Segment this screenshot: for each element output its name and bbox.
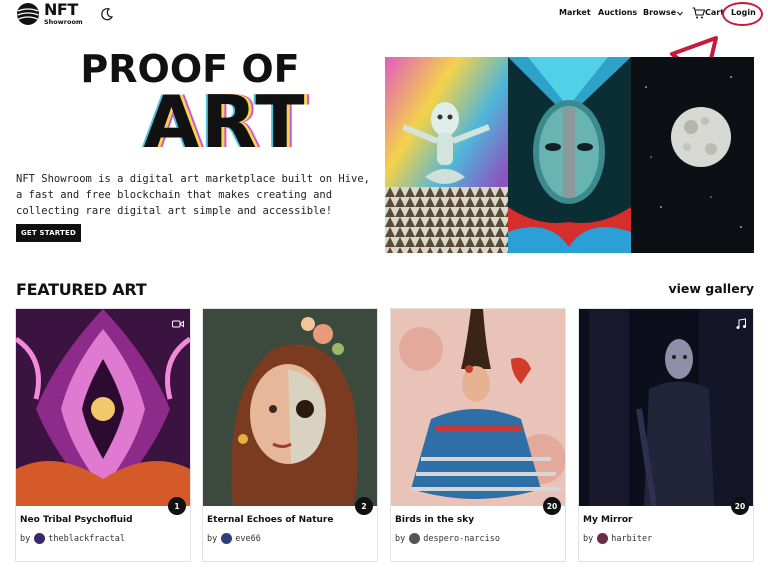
cart-icon[interactable] <box>692 7 705 19</box>
avatar <box>221 533 233 544</box>
logo-globe-icon <box>17 3 39 25</box>
author-name[interactable]: theblackfractal <box>48 534 125 544</box>
avatar <box>597 533 609 544</box>
logo[interactable]: NFT Showroom <box>16 2 83 26</box>
art-title[interactable]: Eternal Echoes of Nature <box>207 515 333 525</box>
author-name[interactable]: despero-narciso <box>423 534 500 544</box>
art-title[interactable]: Birds in the sky <box>395 515 474 525</box>
by-label: by <box>583 533 594 544</box>
author-name[interactable]: harbiter <box>611 534 652 544</box>
login-highlight-circle <box>722 2 763 26</box>
author-name[interactable]: eve66 <box>235 534 261 544</box>
hero-description: NFT Showroom is a digital art marketplac… <box>16 173 371 217</box>
brand-sub: Showroom <box>44 18 83 27</box>
art-card[interactable]: 20 Birds in the sky by despero-narciso <box>390 308 566 562</box>
art-card[interactable]: 1 Neo Tribal Psychofluid by theblackfrac… <box>15 308 191 562</box>
view-gallery-link[interactable]: view gallery <box>668 281 754 296</box>
art-thumbnail <box>391 309 565 506</box>
art-thumbnail <box>579 309 753 506</box>
chevron-down-icon <box>677 11 683 16</box>
art-author: by despero-narciso <box>395 533 500 544</box>
art-card[interactable]: 2 Eternal Echoes of Nature by eve66 <box>202 308 378 562</box>
music-icon <box>736 318 746 329</box>
nav-browse[interactable]: Browse <box>643 8 676 17</box>
nav-auctions[interactable]: Auctions <box>598 8 637 17</box>
featured-art-heading: FEATURED ART <box>16 280 147 299</box>
hero-artwork-figure <box>385 57 508 253</box>
art-author: by theblackfractal <box>20 533 125 544</box>
art-author: by eve66 <box>207 533 261 544</box>
art-title[interactable]: Neo Tribal Psychofluid <box>20 515 133 525</box>
by-label: by <box>20 533 31 544</box>
edition-count-badge: 20 <box>543 497 561 515</box>
get-started-button[interactable]: GET STARTED <box>16 224 81 242</box>
avatar <box>409 533 421 544</box>
edition-count-badge: 1 <box>168 497 186 515</box>
art-thumbnail <box>16 309 190 506</box>
art-title[interactable]: My Mirror <box>583 515 633 525</box>
art-card[interactable]: 20 My Mirror by harbiter <box>578 308 754 562</box>
art-author: by harbiter <box>583 533 652 544</box>
brand-name: NFT <box>44 0 78 20</box>
hero-artwork-mask <box>508 57 631 253</box>
by-label: by <box>395 533 406 544</box>
hero-artwork-moon <box>631 57 754 253</box>
by-label: by <box>207 533 218 544</box>
dark-mode-moon-icon[interactable] <box>100 7 114 21</box>
art-thumbnail <box>203 309 377 506</box>
avatar <box>34 533 46 544</box>
hero-title-line2: ART <box>143 80 307 164</box>
video-icon <box>172 320 184 328</box>
nav-market[interactable]: Market <box>559 8 591 17</box>
edition-count-badge: 2 <box>355 497 373 515</box>
edition-count-badge: 20 <box>731 497 749 515</box>
